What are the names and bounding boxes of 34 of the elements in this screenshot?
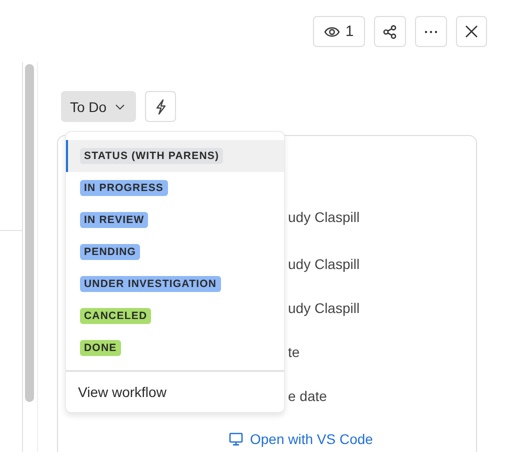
more-icon bbox=[424, 30, 438, 34]
share-button[interactable] bbox=[374, 16, 406, 47]
watchers-button[interactable]: 1 bbox=[313, 16, 365, 47]
status-tag: PENDING bbox=[80, 244, 140, 260]
status-tag: IN REVIEW bbox=[80, 212, 148, 228]
status-tag: UNDER INVESTIGATION bbox=[80, 276, 221, 292]
status-tag: CANCELED bbox=[80, 308, 152, 324]
status-option[interactable]: DONE bbox=[66, 332, 284, 364]
status-option[interactable]: CANCELED bbox=[66, 300, 284, 332]
lightning-icon bbox=[154, 98, 166, 114]
status-tag: IN PROGRESS bbox=[80, 180, 168, 196]
status-option[interactable]: IN PROGRESS bbox=[66, 172, 284, 204]
status-option[interactable]: PENDING bbox=[66, 236, 284, 268]
status-option[interactable]: STATUS (WITH PARENS) bbox=[66, 140, 284, 172]
automation-button[interactable] bbox=[145, 91, 176, 122]
field-value: e date bbox=[288, 388, 327, 404]
monitor-icon bbox=[229, 432, 243, 446]
status-option[interactable]: UNDER INVESTIGATION bbox=[66, 268, 284, 300]
close-button[interactable] bbox=[456, 16, 487, 47]
open-with-vs-code-link[interactable]: Open with VS Code bbox=[229, 431, 373, 447]
eye-icon bbox=[324, 26, 340, 38]
field-value: udy Claspill bbox=[288, 300, 360, 316]
scrollbar-thumb[interactable] bbox=[25, 64, 34, 402]
chevron-down-icon bbox=[114, 104, 125, 110]
field-value: udy Claspill bbox=[288, 256, 360, 272]
status-tag: STATUS (WITH PARENS) bbox=[80, 148, 224, 164]
status-option[interactable]: IN REVIEW bbox=[66, 204, 284, 236]
view-workflow-item[interactable]: View workflow bbox=[66, 372, 284, 412]
close-icon bbox=[465, 25, 478, 38]
field-value: te bbox=[288, 344, 300, 360]
share-icon bbox=[383, 24, 397, 38]
field-value: udy Claspill bbox=[288, 209, 360, 225]
status-dropdown[interactable]: To Do bbox=[61, 91, 136, 122]
status-tag: DONE bbox=[80, 340, 121, 356]
